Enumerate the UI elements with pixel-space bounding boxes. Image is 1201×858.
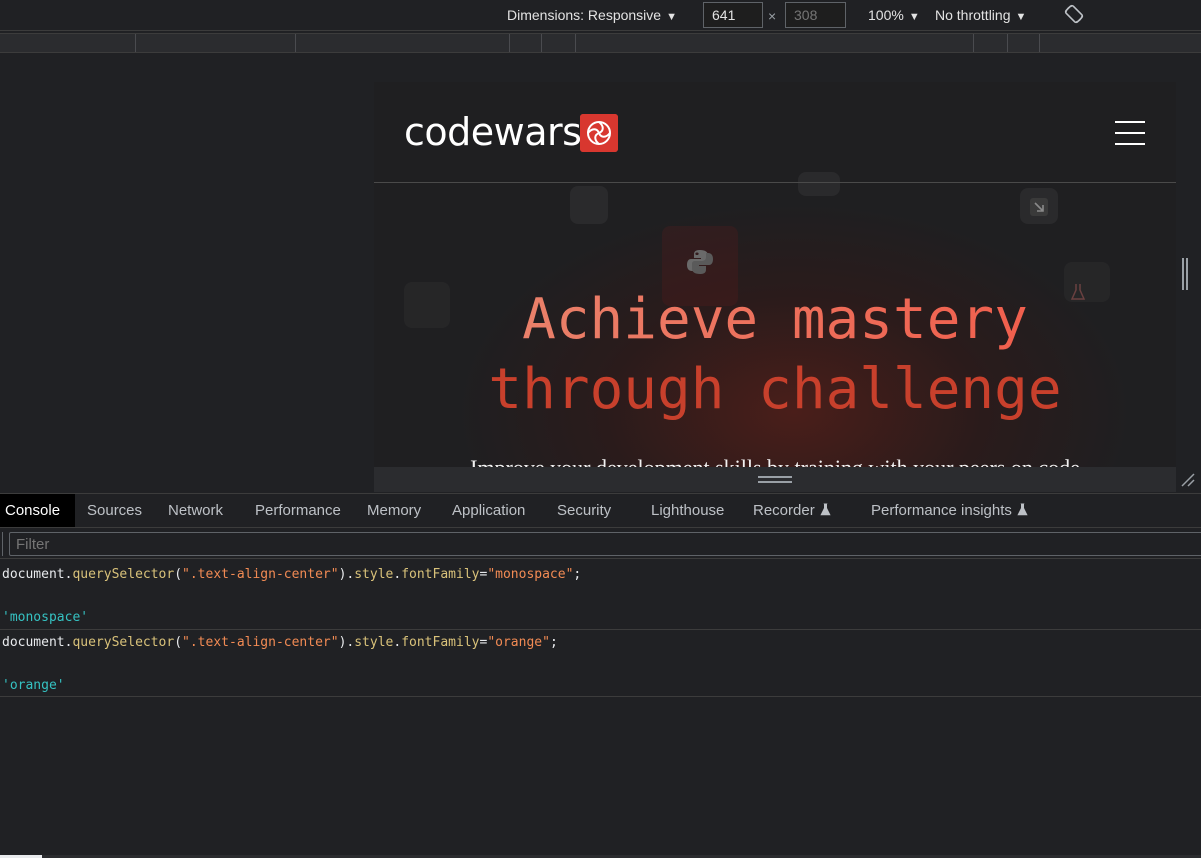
hero-title-line1: Achieve mastery bbox=[374, 287, 1176, 352]
console-command[interactable]: document.querySelector(".text-align-cent… bbox=[2, 567, 581, 582]
tab-label: Application bbox=[452, 502, 526, 519]
experiment-flask-icon bbox=[820, 503, 831, 516]
console-command[interactable]: document.querySelector(".text-align-cent… bbox=[2, 635, 558, 650]
height-input[interactable] bbox=[785, 2, 846, 28]
zoom-label: 100% bbox=[868, 7, 904, 23]
tab-label: Performance insights bbox=[871, 502, 1012, 519]
decorative-tile bbox=[570, 186, 608, 224]
dimensions-label: Dimensions: Responsive bbox=[507, 7, 662, 23]
zoom-dropdown[interactable]: 100% ▼ bbox=[868, 7, 920, 23]
tab-recorder[interactable]: Recorder bbox=[753, 494, 831, 527]
emulated-page[interactable]: codewars Achieve mastery through challen… bbox=[374, 82, 1176, 467]
width-input[interactable] bbox=[703, 2, 763, 28]
ruler-segment[interactable] bbox=[541, 34, 575, 52]
filter-left-edge bbox=[0, 532, 3, 556]
chevron-down-icon: ▼ bbox=[1015, 11, 1027, 23]
rotate-icon[interactable] bbox=[1064, 4, 1084, 24]
ruler-segment[interactable] bbox=[1007, 34, 1039, 52]
media-query-ruler[interactable] bbox=[0, 33, 1201, 53]
ruler-segment[interactable] bbox=[135, 34, 295, 52]
throttling-label: No throttling bbox=[935, 7, 1011, 23]
ruler-segment[interactable] bbox=[575, 34, 973, 52]
throttling-dropdown[interactable]: No throttling ▼ bbox=[935, 7, 1026, 23]
console-filter-bar bbox=[0, 529, 1201, 559]
ruler-segment[interactable] bbox=[0, 34, 135, 52]
ruler-segment[interactable] bbox=[1039, 34, 1201, 52]
console-result[interactable]: 'monospace' bbox=[2, 610, 88, 625]
hero-subtitle: Improve your development skills by train… bbox=[374, 455, 1176, 467]
ruler-segment[interactable] bbox=[509, 34, 541, 52]
devtools-tabbar: Console Sources Network Performance Memo… bbox=[0, 493, 1201, 528]
tab-application[interactable]: Application bbox=[452, 494, 525, 527]
chevron-down-icon: ▼ bbox=[666, 11, 677, 23]
console-separator bbox=[0, 696, 1201, 697]
tab-label: Network bbox=[168, 502, 224, 519]
times-icon: × bbox=[768, 8, 777, 24]
console-entry: document.querySelector(".text-align-cent… bbox=[0, 630, 1201, 696]
tab-lighthouse[interactable]: Lighthouse bbox=[651, 494, 724, 527]
tab-label: Console bbox=[5, 502, 61, 519]
tab-performance[interactable]: Performance bbox=[255, 494, 341, 527]
tab-label: Lighthouse bbox=[651, 502, 725, 519]
ruler-segment[interactable] bbox=[295, 34, 509, 52]
device-toolbar: Dimensions: Responsive ▼ × 100% ▼ No throt… bbox=[0, 0, 1201, 31]
tab-sources[interactable]: Sources bbox=[87, 494, 142, 527]
python-icon bbox=[687, 250, 713, 274]
tab-performance-insights[interactable]: Performance insights bbox=[871, 494, 1028, 527]
ruler-segment[interactable] bbox=[973, 34, 1007, 52]
resize-corner-icon[interactable] bbox=[1180, 472, 1196, 488]
tab-memory[interactable]: Memory bbox=[367, 494, 421, 527]
tab-security[interactable]: Security bbox=[557, 494, 611, 527]
tab-label: Recorder bbox=[753, 502, 815, 519]
viewport-resize-handle-right[interactable] bbox=[1182, 258, 1190, 290]
arrow-icon bbox=[1030, 198, 1048, 216]
codewars-logo-icon[interactable] bbox=[580, 114, 618, 152]
hamburger-menu-icon[interactable] bbox=[1115, 121, 1145, 145]
dimensions-dropdown[interactable]: Dimensions: Responsive ▼ bbox=[507, 7, 677, 23]
chevron-down-icon: ▼ bbox=[908, 11, 920, 23]
tab-console[interactable]: Console bbox=[0, 494, 76, 527]
experiment-flask-icon bbox=[1017, 503, 1028, 516]
tab-label: Sources bbox=[87, 502, 143, 519]
tab-label: Performance bbox=[255, 502, 341, 519]
tab-label: Memory bbox=[367, 502, 422, 519]
tab-network[interactable]: Network bbox=[168, 494, 223, 527]
console-result[interactable]: 'orange' bbox=[2, 678, 65, 693]
console-output[interactable]: document.querySelector(".text-align-cent… bbox=[0, 560, 1201, 856]
codewars-logo-text[interactable]: codewars bbox=[404, 110, 582, 154]
hero-title-line2: through challenge bbox=[488, 357, 1062, 422]
tab-label: Security bbox=[557, 502, 612, 519]
console-entry: document.querySelector(".text-align-cent… bbox=[0, 560, 1201, 629]
viewport-resize-handle-bottom[interactable] bbox=[758, 476, 792, 484]
filter-input[interactable] bbox=[9, 532, 1201, 556]
page-navbar: codewars bbox=[374, 82, 1176, 183]
